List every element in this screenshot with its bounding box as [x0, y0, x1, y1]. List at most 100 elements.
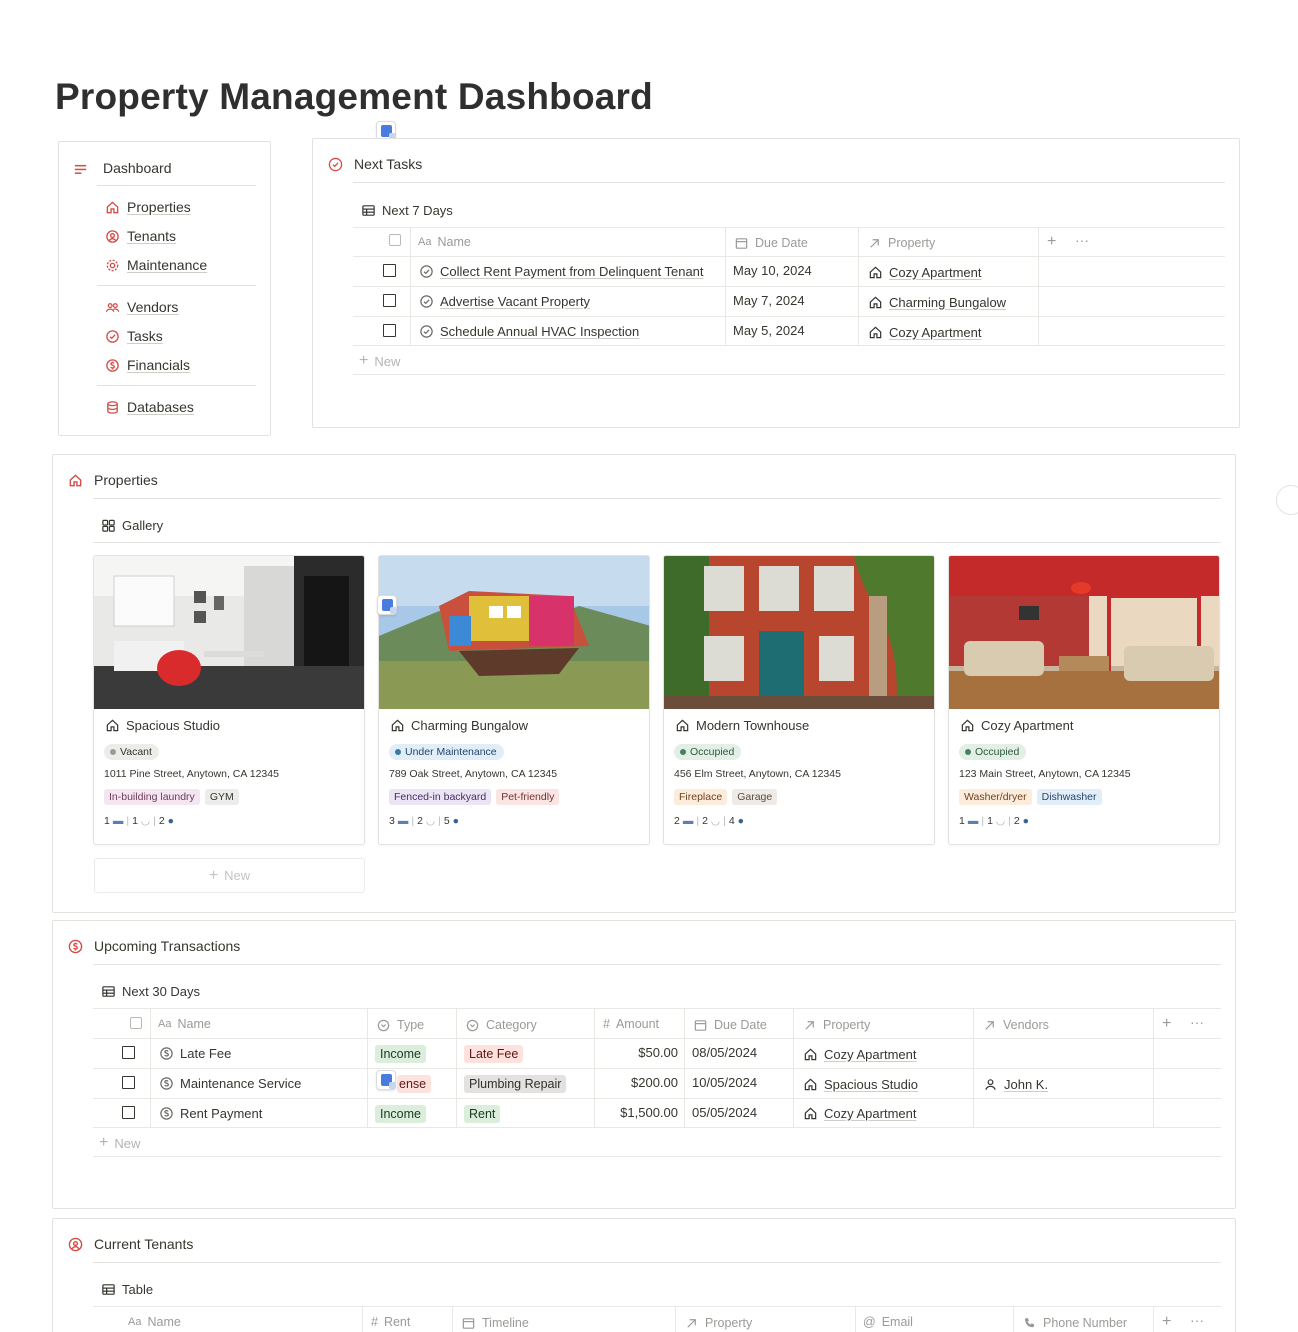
relation-arrow-icon — [801, 1017, 817, 1033]
property-card[interactable]: Spacious Studio Vacant 1011 Pine Street,… — [93, 555, 365, 845]
sidebar-item-maintenance[interactable]: Maintenance — [104, 257, 207, 273]
property-name-text: Charming Bungalow — [411, 717, 529, 733]
column-header-due-date[interactable]: Due Date — [692, 1017, 767, 1033]
col-divider — [1153, 1008, 1154, 1127]
col-divider — [793, 1008, 794, 1127]
tenants-heading[interactable]: Current Tenants — [67, 1236, 193, 1252]
translate-icon[interactable] — [376, 1070, 396, 1090]
next-tasks-heading[interactable]: Next Tasks — [327, 156, 422, 172]
column-header-type[interactable]: Type — [375, 1017, 424, 1033]
column-header-property[interactable]: Property — [866, 235, 935, 251]
table-row[interactable]: Advertise Vacant Property — [418, 293, 590, 309]
header-label: Timeline — [482, 1316, 529, 1330]
properties-heading[interactable]: Properties — [67, 472, 158, 488]
bed-icon: ▬ — [397, 815, 409, 827]
table-row[interactable]: Collect Rent Payment from Delinquent Ten… — [418, 263, 704, 279]
view-tab-gallery[interactable]: Gallery — [100, 517, 163, 533]
column-header-due-date[interactable]: Due Date — [733, 235, 808, 251]
select-all-checkbox[interactable] — [389, 234, 401, 246]
add-column-button[interactable]: + — [1162, 1313, 1171, 1331]
row-checkbox[interactable] — [383, 294, 396, 307]
column-header-email[interactable]: @ Email — [863, 1315, 913, 1329]
view-divider — [93, 542, 1221, 543]
plus-icon: + — [1162, 1015, 1172, 1032]
table-icon — [100, 983, 116, 999]
col-divider — [452, 1306, 453, 1332]
table-row[interactable]: Late Fee — [158, 1045, 231, 1061]
new-property-button[interactable]: + New — [94, 858, 365, 893]
property-card[interactable]: Cozy Apartment Occupied 123 Main Street,… — [948, 555, 1220, 845]
room-counts: 3 ▬ | 2 ◡ | 5 ● — [389, 815, 460, 827]
table-border — [93, 1156, 1221, 1157]
column-header-rent[interactable]: # Rent — [371, 1315, 410, 1329]
next-tasks-section: Next Tasks Next 7 Days — [312, 138, 1240, 428]
scroll-handle[interactable] — [1276, 485, 1298, 515]
new-task-button[interactable]: + New — [359, 352, 400, 370]
table-row[interactable]: Maintenance Service — [158, 1075, 301, 1091]
column-header-category[interactable]: Category — [464, 1017, 537, 1033]
col-divider — [684, 1008, 685, 1127]
column-header-timeline[interactable]: Timeline — [460, 1315, 529, 1331]
task-property[interactable]: Cozy Apartment — [867, 264, 982, 280]
transactions-heading[interactable]: Upcoming Transactions — [67, 938, 240, 954]
column-header-phone[interactable]: Phone Number — [1021, 1315, 1127, 1331]
add-column-button[interactable]: + — [1162, 1015, 1171, 1033]
property-card[interactable]: Charming Bungalow Under Maintenance 789 … — [378, 555, 650, 845]
transaction-vendor[interactable]: John K. — [982, 1076, 1048, 1092]
sidebar-item-properties[interactable]: Properties — [104, 199, 191, 215]
row-checkbox[interactable] — [383, 324, 396, 337]
nav-heading-dashboard[interactable]: Dashboard — [72, 160, 172, 176]
property-name: Spacious Studio — [104, 717, 220, 733]
relation-arrow-icon — [683, 1315, 699, 1331]
select-all-checkbox[interactable] — [130, 1017, 142, 1029]
row-checkbox[interactable] — [122, 1076, 135, 1089]
column-header-name[interactable]: Aa Name — [128, 1315, 181, 1329]
header-label: Type — [397, 1018, 425, 1032]
row-checkbox[interactable] — [122, 1046, 135, 1059]
sidebar-item-financials[interactable]: Financials — [104, 357, 190, 373]
transaction-property[interactable]: Cozy Apartment — [802, 1105, 917, 1121]
view-tab-table[interactable]: Table — [100, 1281, 153, 1297]
more-options-button[interactable]: ··· — [1075, 232, 1089, 248]
column-header-property[interactable]: Property — [683, 1315, 752, 1331]
transaction-property[interactable]: Cozy Apartment — [802, 1046, 917, 1062]
transaction-property[interactable]: Spacious Studio — [802, 1076, 918, 1092]
feature-tag: Fenced-in backyard — [389, 789, 492, 805]
sidebar-item-tenants[interactable]: Tenants — [104, 228, 176, 244]
feature-tag: Pet-friendly — [496, 789, 560, 805]
task-property[interactable]: Charming Bungalow — [867, 294, 1006, 310]
more-options-button[interactable]: ··· — [1190, 1312, 1204, 1328]
column-header-property[interactable]: Property — [801, 1017, 870, 1033]
new-transaction-button[interactable]: + New — [99, 1134, 140, 1152]
table-row[interactable]: Schedule Annual HVAC Inspection — [418, 323, 639, 339]
select-icon — [464, 1017, 480, 1033]
translate-icon[interactable] — [377, 595, 397, 615]
sidebar-item-databases[interactable]: Databases — [104, 399, 194, 415]
column-header-amount[interactable]: # Amount — [603, 1017, 659, 1031]
row-checkbox[interactable] — [383, 264, 396, 277]
ellipsis-icon: ··· — [1075, 232, 1089, 248]
property-card[interactable]: Modern Townhouse Occupied 456 Elm Street… — [663, 555, 935, 845]
table-icon — [100, 1281, 116, 1297]
row-checkbox[interactable] — [122, 1106, 135, 1119]
view-tab-next-30-days[interactable]: Next 30 Days — [100, 983, 200, 999]
column-header-name[interactable]: Aa Name — [418, 235, 471, 249]
task-property[interactable]: Cozy Apartment — [867, 324, 982, 340]
dollar-circle-icon — [104, 357, 120, 373]
column-header-name[interactable]: Aa Name — [158, 1017, 211, 1031]
feature-tag: Garage — [732, 789, 778, 805]
sidebar-item-vendors[interactable]: Vendors — [104, 299, 178, 315]
task-due-date: May 7, 2024 — [733, 293, 805, 308]
nav-heading-label: Dashboard — [103, 160, 172, 176]
sidebar-item-tasks[interactable]: Tasks — [104, 328, 163, 344]
view-tab-next-7-days[interactable]: Next 7 Days — [360, 202, 453, 218]
column-header-vendors[interactable]: Vendors — [981, 1017, 1049, 1033]
more-options-button[interactable]: ··· — [1190, 1014, 1204, 1030]
nav-divider — [97, 285, 256, 286]
page-title: Property Management Dashboard — [55, 76, 653, 117]
house-icon — [67, 472, 83, 488]
add-column-button[interactable]: + — [1047, 233, 1056, 251]
property-address: 789 Oak Street, Anytown, CA 12345 — [389, 768, 558, 780]
house-icon — [867, 264, 883, 280]
table-row[interactable]: Rent Payment — [158, 1105, 262, 1121]
